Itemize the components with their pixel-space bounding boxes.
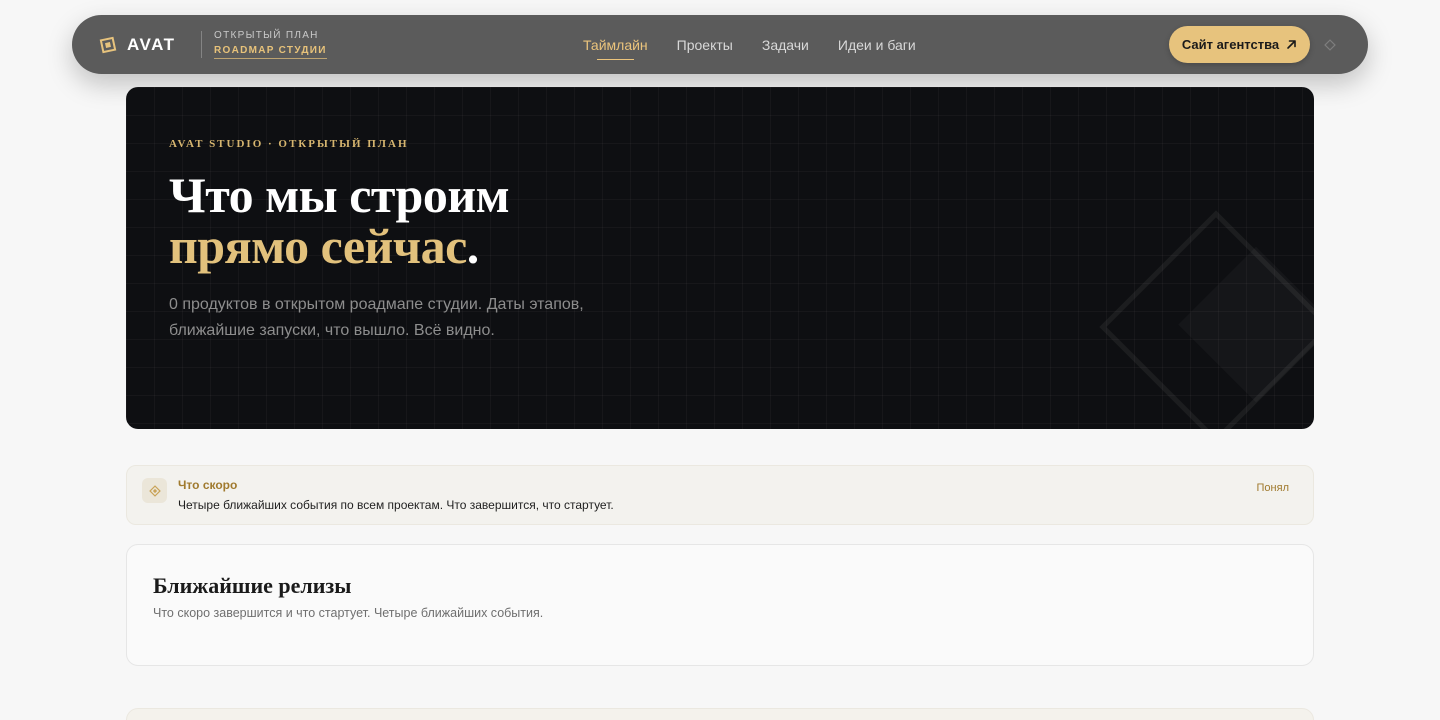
roadmap-link[interactable]: ROADMAP СТУДИИ bbox=[214, 45, 327, 59]
hero-diamond-decoration bbox=[1099, 210, 1314, 429]
hero-title-dot: . bbox=[466, 218, 480, 274]
main-nav: Таймлайн Проекты Задачи Идеи и баги bbox=[583, 15, 945, 74]
diamond-logo-icon bbox=[98, 35, 118, 55]
top-navbar: AVAT ОТКРЫТЫЙ ПЛАН ROADMAP СТУДИИ Таймла… bbox=[72, 15, 1368, 74]
hero-eyebrow: AVAT STUDIO · ОТКРЫТЫЙ ПЛАН bbox=[169, 138, 409, 150]
releases-subtitle: Что скоро завершится и что стартует. Чет… bbox=[153, 606, 544, 620]
hero-title-line1: Что мы строим bbox=[169, 167, 510, 223]
brand-subtitle: ОТКРЫТЫЙ ПЛАН ROADMAP СТУДИИ bbox=[214, 30, 327, 59]
brand-divider bbox=[201, 31, 202, 58]
next-section-card bbox=[126, 708, 1314, 720]
notice-title: Что скоро bbox=[178, 478, 238, 492]
brand-subtitle-line1: ОТКРЫТЫЙ ПЛАН bbox=[214, 30, 319, 41]
hero-description: 0 продуктов в открытом роадмапе студии. … bbox=[169, 296, 584, 339]
releases-title: Ближайшие релизы bbox=[153, 573, 352, 598]
upcoming-notice: Что скоро Четыре ближайших события по вс… bbox=[126, 465, 1314, 525]
diamond-toggle-icon[interactable] bbox=[1323, 38, 1336, 51]
notice-text: Четыре ближайших события по всем проекта… bbox=[178, 498, 614, 512]
agency-site-button[interactable]: Сайт агентства bbox=[1169, 26, 1310, 63]
brand[interactable]: AVAT bbox=[98, 15, 176, 74]
hero-title: Что мы строим прямо сейчас. bbox=[169, 167, 510, 274]
nav-tab-projects[interactable]: Проекты bbox=[677, 37, 733, 53]
nav-tab-ideas-bugs[interactable]: Идеи и баги bbox=[838, 37, 916, 53]
hero-title-accent: прямо сейчас bbox=[169, 218, 467, 274]
diamond-icon bbox=[142, 478, 167, 503]
hero-banner: AVAT STUDIO · ОТКРЫТЫЙ ПЛАН Что мы строи… bbox=[126, 87, 1314, 429]
notice-dismiss-button[interactable]: Понял bbox=[1257, 482, 1289, 494]
agency-site-button-label: Сайт агентства bbox=[1181, 37, 1280, 52]
nav-tab-tasks[interactable]: Задачи bbox=[762, 37, 809, 53]
brand-name: AVAT bbox=[127, 34, 176, 54]
upcoming-releases-card: Ближайшие релизы Что скоро завершится и … bbox=[126, 544, 1314, 666]
nav-tab-timeline[interactable]: Таймлайн bbox=[583, 37, 648, 60]
arrow-up-right-icon bbox=[1286, 39, 1297, 50]
